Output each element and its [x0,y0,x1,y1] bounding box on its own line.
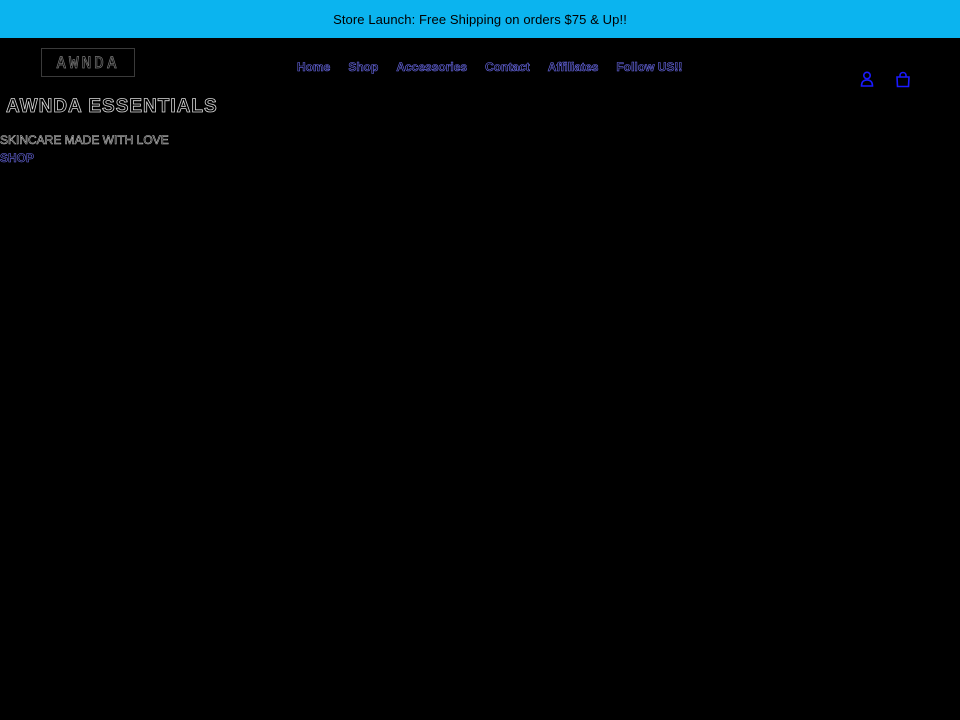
nav-accessories[interactable]: Accessories [396,60,467,75]
main-navigation: Home Shop Accessories Contact Affiliates… [297,60,700,75]
nav-shop[interactable]: Shop [348,60,379,75]
store-logo[interactable]: AWNDA [41,48,135,77]
cart-icon[interactable] [894,70,912,88]
nav-home[interactable]: Home [297,60,331,75]
site-header: AWNDA Home Shop Accessories Contact Affi… [0,38,960,98]
hero-subtitle: SKINCARE MADE WITH LOVE [0,133,169,148]
account-icon[interactable] [858,70,876,88]
hero-title: AWNDA ESSENTIALS [6,96,218,118]
logo-text: AWNDA [56,53,120,73]
shop-button[interactable]: SHOP [0,151,34,166]
announcement-bar: Store Launch: Free Shipping on orders $7… [0,0,960,38]
nav-affiliates[interactable]: Affiliates [547,60,598,75]
nav-contact[interactable]: Contact [485,60,530,75]
nav-follow-us[interactable]: Follow US!! [616,60,683,75]
header-icons [858,70,912,88]
announcement-text: Store Launch: Free Shipping on orders $7… [333,11,627,27]
